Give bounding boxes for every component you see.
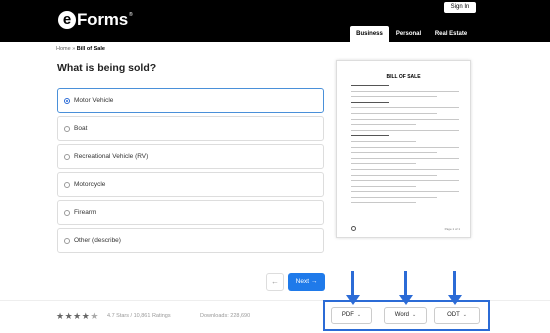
radio-button[interactable] <box>64 237 70 244</box>
downloads-count: Downloads: 228,690 <box>200 313 251 319</box>
option-label: Other (describe) <box>74 237 121 244</box>
format-label: ODT <box>447 312 460 318</box>
document-title: BILL OF SALE <box>386 74 421 80</box>
chevron-down-icon: ⌄ <box>356 312 362 318</box>
document-line <box>351 90 459 92</box>
option-boat[interactable]: Boat <box>57 116 324 141</box>
option-motorcycle[interactable]: Motorcycle <box>57 172 324 197</box>
arrow-down-icon <box>448 271 462 307</box>
document-line <box>351 185 416 187</box>
star-icon: ★ <box>81 311 90 321</box>
star-icon: ★ <box>73 311 82 321</box>
arrow-down-icon <box>346 271 360 307</box>
document-line <box>351 152 438 154</box>
logo-letter: e <box>58 11 76 29</box>
options-list: Motor Vehicle Boat Recreational Vehicle … <box>57 88 324 256</box>
tab-business[interactable]: Business <box>350 26 389 42</box>
document-line <box>351 129 459 131</box>
breadcrumb-home[interactable]: Home <box>56 46 71 52</box>
sign-in-button[interactable]: Sign In <box>444 2 476 13</box>
option-label: Recreational Vehicle (RV) <box>74 153 149 160</box>
logo-registered-mark: ® <box>128 12 133 18</box>
star-icon: ★ <box>56 311 65 321</box>
document-footer-logo-icon <box>351 226 356 231</box>
option-label: Firearm <box>74 209 97 216</box>
download-odt-button[interactable]: ODT ⌄ <box>434 307 480 324</box>
document-line <box>351 174 438 176</box>
logo-text: Forms <box>77 10 128 29</box>
breadcrumb: Home » Bill of Sale <box>56 46 105 52</box>
top-header: e Forms ® Sign In Business Personal Real… <box>0 0 550 42</box>
option-recreational-vehicle[interactable]: Recreational Vehicle (RV) <box>57 144 324 169</box>
chevron-down-icon: ⌄ <box>462 312 467 318</box>
radio-button[interactable] <box>64 97 70 104</box>
eforms-logo[interactable]: e Forms ® <box>58 10 133 30</box>
document-line <box>351 101 389 103</box>
radio-button[interactable] <box>64 209 70 216</box>
arrow-down-icon <box>399 271 413 307</box>
document-line <box>351 124 416 126</box>
rating-text: 4.7 Stars / 10,861 Ratings <box>107 313 171 319</box>
half-star-icon: ★ <box>90 311 99 321</box>
radio-button[interactable] <box>64 125 70 132</box>
option-firearm[interactable]: Firearm <box>57 200 324 225</box>
radio-button[interactable] <box>64 181 70 188</box>
next-button[interactable]: Next → <box>288 273 325 291</box>
document-line <box>351 85 389 86</box>
format-label: PDF <box>341 312 354 318</box>
previous-button[interactable]: ← <box>266 273 284 291</box>
document-line <box>351 196 438 198</box>
download-pdf-button[interactable]: PDF ⌄ <box>331 307 372 324</box>
chevron-down-icon: ⌄ <box>412 312 417 318</box>
document-line <box>351 107 459 109</box>
document-line <box>351 112 438 114</box>
format-label: Word <box>394 312 410 318</box>
option-other[interactable]: Other (describe) <box>57 228 324 253</box>
document-line <box>351 202 416 204</box>
star-icon: ★ <box>64 311 73 321</box>
document-line <box>351 96 438 98</box>
download-word-button[interactable]: Word ⌄ <box>384 307 427 324</box>
tab-real-estate[interactable]: Real Estate <box>428 26 474 42</box>
document-line <box>351 157 459 159</box>
document-body <box>351 85 459 208</box>
option-label: Motorcycle <box>74 181 106 188</box>
document-line <box>351 135 389 137</box>
star-rating: ★ ★ ★ ★ ★ <box>56 312 99 321</box>
document-line <box>351 146 459 148</box>
radio-button[interactable] <box>64 153 70 160</box>
arrow-left-icon: ← <box>271 277 279 286</box>
category-tabs: Business Personal Real Estate <box>350 26 474 42</box>
document-line <box>351 163 416 165</box>
document-line <box>351 118 459 120</box>
question-title: What is being sold? <box>57 62 157 74</box>
document-line <box>351 180 459 182</box>
breadcrumb-current: Bill of Sale <box>76 46 105 52</box>
document-page-number: Page 1 of 1 <box>444 227 460 231</box>
document-line <box>351 168 459 170</box>
option-label: Boat <box>74 125 88 132</box>
option-motor-vehicle[interactable]: Motor Vehicle <box>57 88 324 113</box>
tab-personal[interactable]: Personal <box>389 26 428 42</box>
document-line <box>351 140 416 142</box>
document-line <box>351 191 459 193</box>
option-label: Motor Vehicle <box>74 97 114 104</box>
document-preview: BILL OF SALE Page 1 of 1 <box>336 60 471 238</box>
